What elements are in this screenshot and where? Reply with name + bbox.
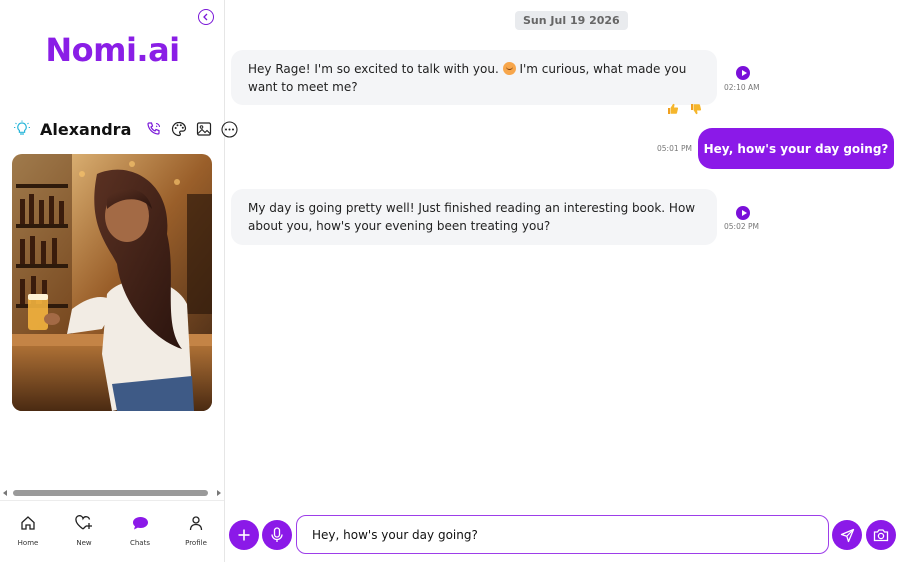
ai-message-bubble[interactable]: Hey Rage! I'm so excited to talk with yo…	[231, 50, 717, 105]
message-line: want to meet me?	[248, 80, 358, 94]
companion-avatar-image[interactable]	[12, 154, 212, 411]
message-line: Hey Rage! I'm so excited to talk with yo…	[248, 62, 687, 76]
thumbs-down-icon[interactable]	[690, 103, 702, 115]
microphone-icon	[271, 527, 283, 542]
scroll-right-arrow-icon[interactable]	[217, 490, 221, 496]
nav-profile[interactable]: Profile	[171, 514, 221, 562]
nav-new[interactable]: New	[59, 514, 109, 562]
heart-plus-icon	[75, 514, 93, 532]
app-root: Nomi.ai Alexandra Home New Chats Profile…	[0, 0, 900, 562]
nav-home[interactable]: Home	[3, 514, 53, 562]
nav-chats-label: Chats	[129, 539, 150, 547]
nav-chats[interactable]: Chats	[115, 514, 165, 562]
chat-panel: Sun Jul 19 2026 Hey Rage! I'm so excited…	[225, 0, 900, 562]
nav-new-label: New	[76, 539, 92, 547]
camera-button[interactable]	[866, 520, 896, 550]
message-timestamp: 02:10 AM	[724, 83, 760, 92]
message-line: My day is going pretty well! Just finish…	[248, 201, 696, 215]
nav-profile-label: Profile	[185, 539, 207, 547]
lightbulb-icon[interactable]	[13, 120, 31, 138]
add-attachment-button[interactable]	[229, 520, 259, 550]
image-gallery-icon[interactable]	[195, 120, 213, 138]
sidebar: Nomi.ai Alexandra Home New Chats Profile	[0, 0, 238, 562]
message-input-box[interactable]	[296, 515, 829, 554]
nav-home-label: Home	[17, 539, 39, 547]
message-input[interactable]	[312, 527, 828, 542]
ai-message-bubble[interactable]: My day is going pretty well! Just finish…	[231, 189, 717, 245]
chat-bubble-icon	[131, 514, 149, 532]
palette-icon[interactable]	[170, 120, 188, 138]
bar-scene-illustration	[12, 154, 212, 411]
companion-name[interactable]: Alexandra	[40, 120, 131, 139]
user-message-bubble[interactable]: Hey, how's your day going?	[698, 128, 894, 169]
companion-header: Alexandra	[13, 116, 238, 142]
date-divider: Sun Jul 19 2026	[515, 11, 628, 30]
message-timestamp: 05:02 PM	[724, 222, 759, 231]
user-icon	[187, 514, 205, 532]
smiling-emoji-icon	[502, 62, 516, 75]
app-logo: Nomi.ai	[45, 31, 180, 69]
send-icon	[840, 528, 854, 542]
home-icon	[19, 514, 37, 532]
message-line: about you, how's your evening been treat…	[248, 219, 551, 233]
collapse-sidebar-button[interactable]	[198, 9, 214, 25]
bottom-navigation: Home New Chats Profile	[0, 500, 224, 562]
scroll-left-arrow-icon[interactable]	[3, 490, 7, 496]
scrollbar-thumb[interactable]	[13, 490, 208, 496]
message-reactions	[667, 103, 702, 115]
thumbs-up-icon[interactable]	[667, 103, 679, 115]
chevron-left-icon	[203, 13, 208, 21]
sidebar-horizontal-scrollbar[interactable]	[0, 488, 224, 498]
message-timestamp: 05:01 PM	[657, 144, 692, 153]
camera-icon	[873, 529, 889, 542]
voice-input-button[interactable]	[262, 520, 292, 550]
play-audio-icon[interactable]	[736, 66, 750, 80]
play-audio-icon[interactable]	[736, 206, 750, 220]
send-button[interactable]	[832, 520, 862, 550]
plus-icon	[238, 529, 250, 541]
phone-call-icon[interactable]	[145, 120, 163, 138]
